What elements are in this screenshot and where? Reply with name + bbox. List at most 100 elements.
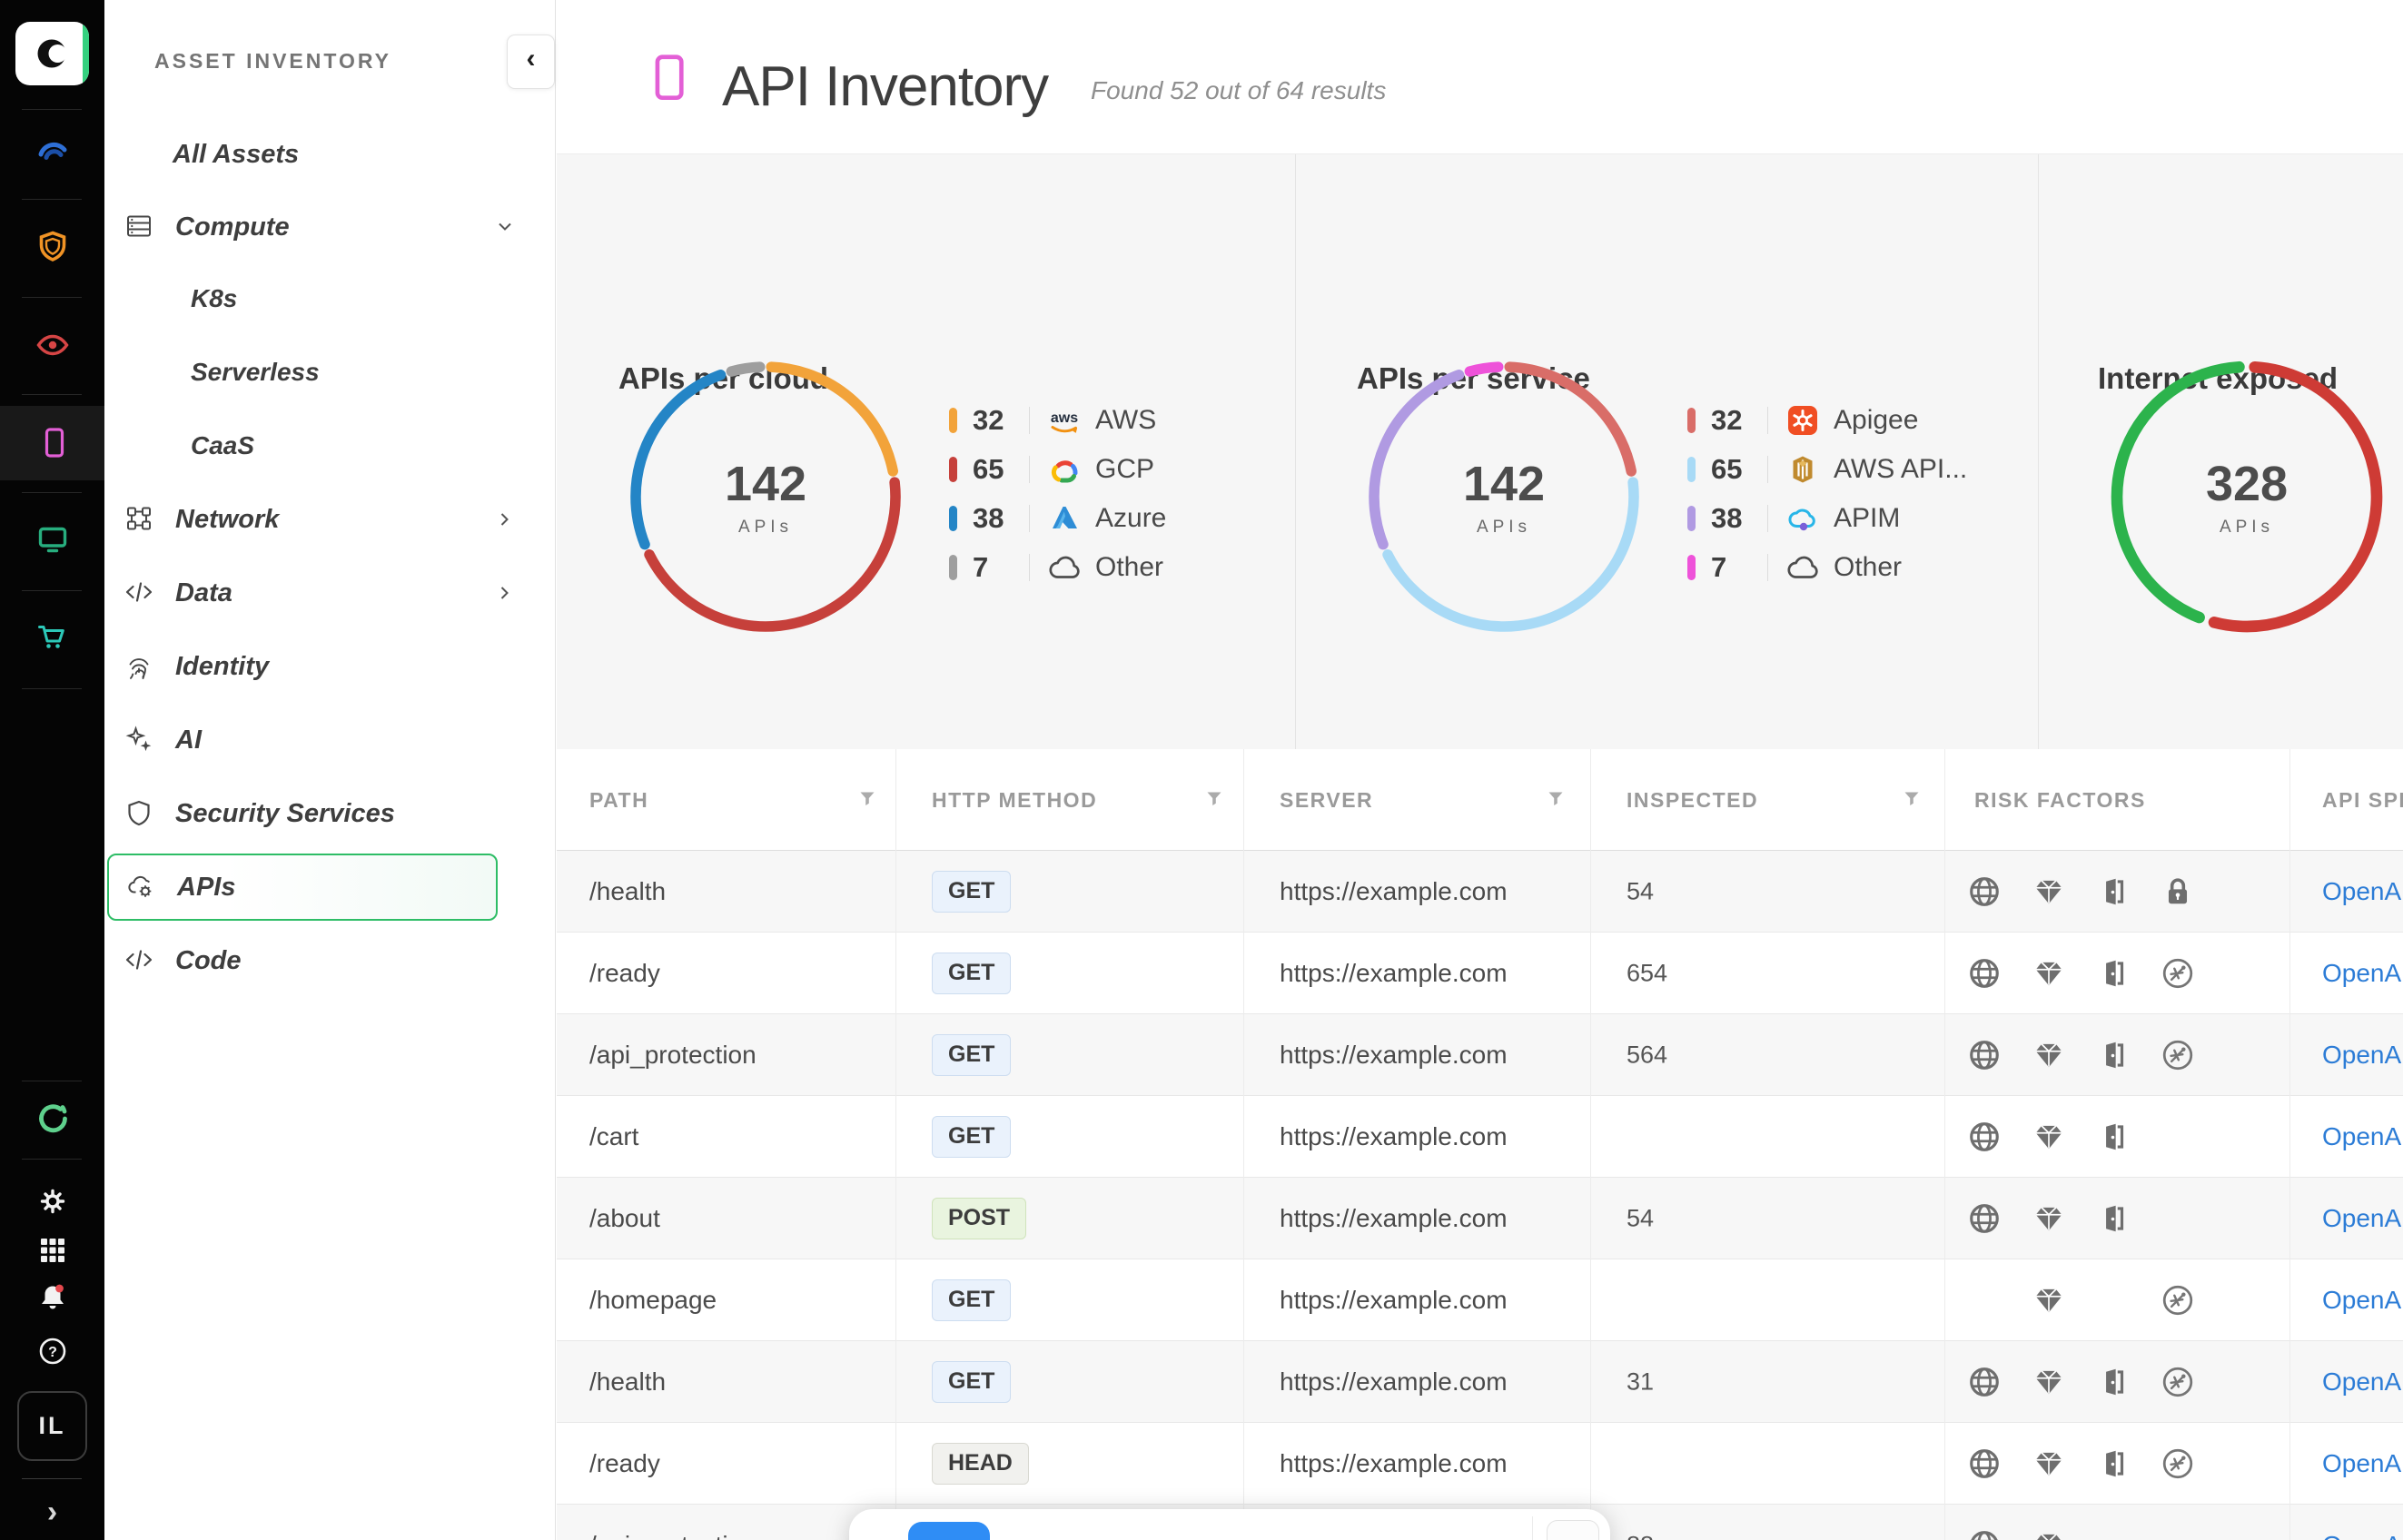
cart-icon xyxy=(35,619,71,656)
inspected-cell: 31 xyxy=(1627,1367,1654,1396)
wasp-icon xyxy=(2161,1038,2195,1072)
api-spec-link[interactable]: OpenAPI xyxy=(2322,1286,2403,1315)
table-row[interactable]: /api_protectionGEThttps://example.com564… xyxy=(557,1014,2403,1096)
rail-item-detection[interactable] xyxy=(0,311,104,380)
rail-item-apis[interactable] xyxy=(0,406,104,480)
rail-expand-chevron[interactable]: › xyxy=(0,1495,104,1530)
sidebar-collapse-button[interactable]: ‹ xyxy=(507,35,555,89)
sidebar-item-network[interactable]: Network xyxy=(107,487,534,552)
api-spec-link[interactable]: OpenAPI xyxy=(2322,959,2403,988)
api-inventory-icon xyxy=(638,47,695,109)
shield-outline-icon xyxy=(125,799,154,828)
divider xyxy=(22,297,82,298)
api-spec-link[interactable]: OpenAPI xyxy=(2322,1367,2403,1397)
primary-action-button[interactable] xyxy=(908,1522,990,1540)
app-logo-icon xyxy=(32,33,74,74)
sidebar-item-identity[interactable]: Identity xyxy=(107,634,534,699)
rail-item-workloads[interactable] xyxy=(0,505,104,574)
door-icon xyxy=(2096,956,2131,991)
path-cell: /api_protection xyxy=(589,1041,756,1070)
table-row[interactable]: /aboutPOSThttps://example.com54OpenAPI xyxy=(557,1178,2403,1259)
api-spec-link[interactable]: OpenAPI xyxy=(2322,1122,2403,1151)
legend-item: 32AWS xyxy=(949,396,1166,445)
secondary-action-button[interactable] xyxy=(1547,1520,1599,1540)
chevron-down-icon[interactable] xyxy=(496,218,514,236)
filter-icon[interactable] xyxy=(856,789,878,811)
page-header: API Inventory Found 52 out of 64 results xyxy=(557,0,2403,154)
fingerprint-icon xyxy=(125,652,154,681)
legend-value: 7 xyxy=(973,551,1024,584)
donut-segment xyxy=(2097,347,2397,647)
aws-gateway-icon xyxy=(1785,451,1821,488)
door-icon xyxy=(2096,874,2131,909)
wasp-icon xyxy=(2161,1365,2195,1399)
globe-icon xyxy=(1967,956,2002,991)
donut-chart xyxy=(1354,347,1654,647)
user-initials-button[interactable]: IL xyxy=(17,1391,87,1461)
table-row[interactable]: /readyGEThttps://example.com654OpenAPI xyxy=(557,933,2403,1014)
ring-logo-icon xyxy=(35,1101,71,1137)
door-icon xyxy=(2096,1201,2131,1236)
help-icon xyxy=(35,1333,71,1369)
wasp-icon xyxy=(2161,1446,2195,1481)
inspected-cell: 88 xyxy=(1627,1531,1654,1540)
api-spec-link[interactable]: OpenAPI xyxy=(2322,1449,2403,1478)
globe-icon xyxy=(1967,1120,2002,1154)
divider xyxy=(1532,1516,1533,1540)
main-content: API Inventory Found 52 out of 64 results… xyxy=(557,0,2403,1540)
table-row[interactable]: /healthGEThttps://example.com54OpenAPI xyxy=(557,851,2403,933)
api-spec-link[interactable]: OpenAPI xyxy=(2322,877,2403,906)
path-cell: /cart xyxy=(589,1122,638,1151)
table-row[interactable]: /readyHEADhttps://example.comOpenAPI xyxy=(557,1423,2403,1505)
rail-item-posture[interactable] xyxy=(0,115,104,184)
http-method-badge: HEAD xyxy=(932,1443,1029,1485)
filter-icon[interactable] xyxy=(1203,789,1225,811)
legend-item: 65AWS API... xyxy=(1687,445,1967,494)
divider xyxy=(22,492,82,493)
sparkles-icon xyxy=(125,726,154,755)
rail-item-supply-chain[interactable] xyxy=(0,603,104,672)
filter-icon[interactable] xyxy=(1901,789,1923,811)
http-method-badge: GET xyxy=(932,1279,1011,1321)
sidebar-item-data[interactable]: Data xyxy=(107,560,534,626)
sidebar-item-apis[interactable]: APIs xyxy=(107,854,498,921)
api-spec-link[interactable]: OpenAPI xyxy=(2322,1204,2403,1233)
legend-color-tick xyxy=(1687,457,1696,482)
grid-icon xyxy=(35,1232,71,1269)
sidebar-item-k8s[interactable]: K8s xyxy=(107,266,534,331)
sidebar-item-serverless[interactable]: Serverless xyxy=(107,340,534,405)
sidebar-item-compute[interactable]: Compute xyxy=(107,194,534,260)
filter-icon[interactable] xyxy=(1545,789,1567,811)
chart-internet-exposed: Internet exposed 328APIs xyxy=(2038,154,2403,749)
table-row[interactable]: /homepageGEThttps://example.comOpenAPI xyxy=(557,1259,2403,1341)
chevron-right-icon[interactable] xyxy=(496,510,514,528)
floating-toolbar xyxy=(849,1509,1610,1540)
chart-legend: 32Apigee65AWS API...38APIM7Other xyxy=(1687,396,1967,592)
sidebar-item-all-assets[interactable]: All Assets xyxy=(107,122,534,187)
api-spec-link[interactable]: OpenAPI xyxy=(2322,1041,2403,1070)
shield-icon xyxy=(35,229,71,265)
api-spec-link[interactable]: OpenAPI xyxy=(2322,1531,2403,1540)
app-logo[interactable] xyxy=(15,22,89,85)
legend-label: Other xyxy=(1834,552,1902,583)
sidebar-item-ai[interactable]: AI xyxy=(107,707,534,773)
divider xyxy=(22,109,82,110)
legend-color-tick xyxy=(949,408,957,433)
table-row[interactable]: /cartGEThttps://example.comOpenAPI xyxy=(557,1096,2403,1178)
http-method-badge: GET xyxy=(932,1361,1011,1403)
aws-icon xyxy=(1046,402,1083,439)
rail-item-help[interactable] xyxy=(0,1317,104,1386)
divider xyxy=(22,1478,82,1479)
rail-item-ring-logo[interactable] xyxy=(0,1084,104,1153)
gem-icon xyxy=(2032,1283,2066,1318)
chevron-right-icon[interactable] xyxy=(496,584,514,602)
donut-segment xyxy=(616,347,915,647)
globe-icon xyxy=(1967,1038,2002,1072)
globe-icon xyxy=(1967,874,2002,909)
sidebar-item-code[interactable]: Code xyxy=(107,928,534,993)
table-row[interactable]: /healthGEThttps://example.com31OpenAPI xyxy=(557,1341,2403,1423)
sidebar-item-caas[interactable]: CaaS xyxy=(107,413,534,479)
sidebar-item-security-services[interactable]: Security Services xyxy=(107,781,534,846)
legend-color-tick xyxy=(1687,506,1696,531)
rail-item-protection[interactable] xyxy=(0,212,104,281)
